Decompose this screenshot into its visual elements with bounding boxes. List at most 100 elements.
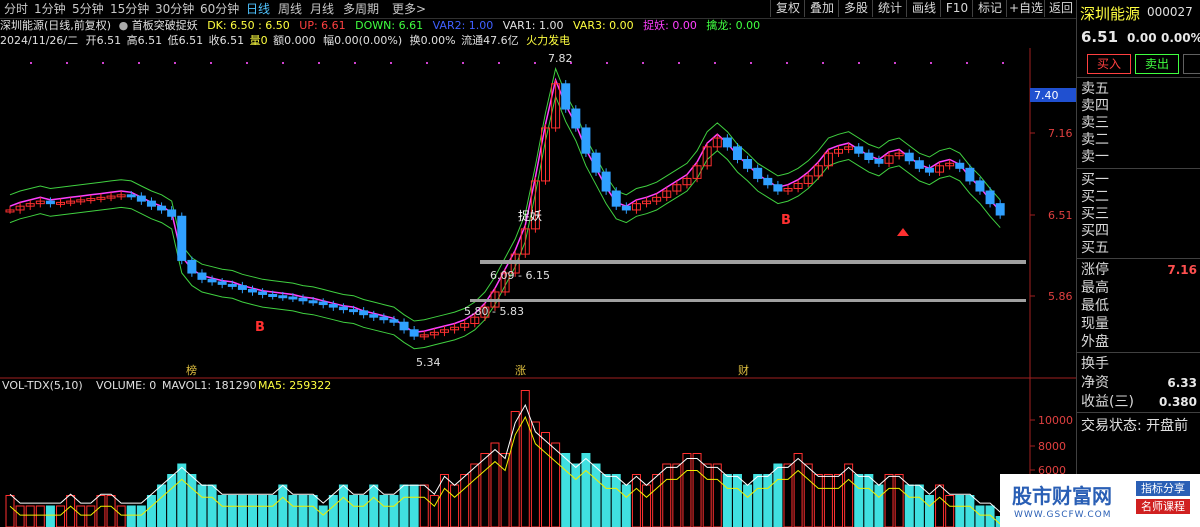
stock-code: 000027 [1147,5,1193,19]
volume-bar [753,474,763,527]
dot-marker [174,62,176,64]
stats-button[interactable]: 统计 [872,0,907,17]
sidebar-expand-button[interactable] [1183,54,1200,74]
tab-monthly[interactable]: 月线 [310,1,334,17]
dot-marker [642,62,644,64]
buy-button[interactable]: 买入 [1087,54,1131,74]
candle-body [995,203,1005,216]
volume-bar [642,484,652,527]
dot-marker [426,62,428,64]
candle-body [904,152,914,162]
dot-marker [102,62,104,64]
mavol1-value: MAVOL1: 181290 [162,379,257,392]
stat-3-label: 现量 [1081,316,1109,332]
tab-fenshi[interactable]: 分时 [4,1,28,17]
sell-level-2-label: 卖二 [1081,132,1109,148]
sell-button[interactable]: 卖出 [1135,54,1179,74]
volume-bar [258,495,268,527]
bar-volume: 量0 [249,34,268,47]
tab-5min[interactable]: 5分钟 [72,1,104,17]
watermark-url: WWW.GSCFW.COM [1014,510,1112,520]
add-favorite-button[interactable]: +自选 [1006,0,1045,17]
candle-body [965,167,975,182]
volume-bar [187,474,197,527]
volume-bar [349,495,359,527]
restore-rights-button[interactable]: 复权 [770,0,805,17]
volume-bar [136,505,146,527]
volume-bar [601,474,611,527]
candle-body [591,152,601,173]
low-label: 5.34 [416,356,441,369]
candle-body [328,304,338,308]
overlay-button[interactable]: 叠加 [804,0,839,17]
dot-marker [678,62,680,64]
dot-marker [138,62,140,64]
tab-weekly[interactable]: 周线 [278,1,302,17]
stock-title[interactable]: 深圳能源(日线,前复权) [0,19,111,32]
signal-markers: 6.09 - 6.15 5.80 - 5.83 7.82 5.34 捉妖 B B 榜 涨 财 [186,52,1026,377]
mark-button[interactable]: 标记 [972,0,1007,17]
kline-chart[interactable]: 6.09 - 6.15 5.80 - 5.83 7.82 5.34 捉妖 B B 榜 涨 财 VO… [0,48,1076,527]
divider [1077,412,1200,413]
candle-body [763,177,773,186]
dot-marker [282,62,284,64]
volume-bar [268,495,278,527]
indicator-name[interactable]: 首板突破捉妖 [132,19,198,32]
volume-bar [662,463,672,527]
multi-stock-button[interactable]: 多股 [838,0,873,17]
tab-more[interactable]: 更多> [392,1,426,17]
tab-30min[interactable]: 30分钟 [155,1,194,17]
stat-1-label: 最高 [1081,280,1109,296]
draw-line-button[interactable]: 画线 [906,0,941,17]
dot-marker [498,62,500,64]
stat-4-label: 外盘 [1081,334,1109,350]
candle-body [359,310,369,316]
event-marker: 财 [738,363,749,377]
price-row: 6.51 0.00 0.00% [1077,28,1200,48]
volume-bar [76,505,86,527]
volume-bar [409,484,419,527]
volume-bar [591,463,601,527]
f10-button[interactable]: F10 [940,0,973,17]
tab-15min[interactable]: 15分钟 [110,1,149,17]
back-button[interactable]: 返回 [1044,0,1077,17]
volume-bar [551,442,561,527]
dot-marker [534,62,536,64]
buy-signal-label: B [255,320,265,335]
tab-1min[interactable]: 1分钟 [34,1,66,17]
volume-bar [379,495,389,527]
volume-bar [894,474,904,527]
quote-sidebar: 深圳能源 000027 6.51 0.00 0.00% 买入 卖出 交易状态: … [1076,0,1200,527]
buy-level-5-label: 买五 [1081,240,1109,256]
volume-bar [732,474,742,527]
volume-bar [722,474,732,527]
buy-level-2-label: 买二 [1081,189,1109,205]
volume-bar [743,484,753,527]
candle-body [227,283,237,287]
sector-tag[interactable]: 火力发电 [526,34,570,47]
volume-bar [955,495,965,527]
price-change-pct: 0.00% [1161,31,1200,45]
dot-marker [462,62,464,64]
candle-body [743,158,753,169]
volume-bar [227,495,237,527]
indicator-dropdown-icon[interactable]: ● [119,19,129,32]
tab-multi-period[interactable]: 多周期 [343,1,379,17]
tab-60min[interactable]: 60分钟 [200,1,239,17]
candle-body [237,285,247,290]
volume-bar [924,495,934,527]
tab-daily[interactable]: 日线 [246,1,270,17]
volume-bar [25,505,35,527]
dot-marker [30,62,32,64]
volume-bar [793,453,803,527]
candle-body [197,272,207,280]
fund-1-label: 净资 [1081,375,1109,391]
dot-marker [210,62,212,64]
candle-body [288,296,298,300]
volume-bar [975,505,985,527]
volume-bar [66,495,76,527]
volume-bar [389,495,399,527]
candle-body [722,137,732,148]
volume-bar [217,495,227,527]
volume-bar [692,453,702,527]
